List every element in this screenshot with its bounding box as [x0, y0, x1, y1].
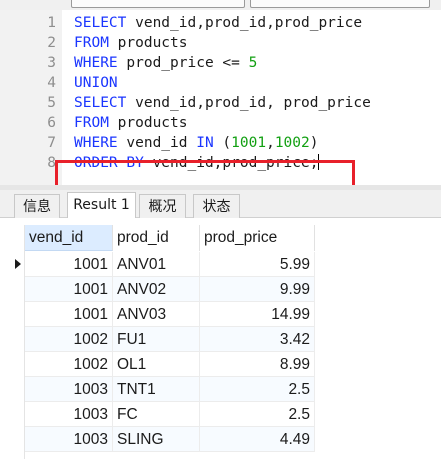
table-row[interactable]: 1001 ANV03 14.99 [0, 302, 441, 327]
line-number: 6 [47, 115, 56, 131]
sql-number: 1002 [274, 135, 310, 151]
cell-prod-price[interactable]: 3.42 [200, 327, 315, 352]
cell-prod-id[interactable]: ANV01 [113, 252, 200, 277]
column-header-prod-id[interactable]: prod_id [113, 225, 200, 251]
highlight-annotation-box [55, 160, 355, 188]
column-header-vend-id[interactable]: vend_id [25, 225, 113, 251]
sql-keyword: FROM [74, 115, 109, 131]
cell-prod-price[interactable]: 4.49 [200, 427, 315, 452]
cell-prod-id[interactable]: ANV03 [113, 302, 200, 327]
sql-keyword: WHERE [74, 55, 118, 71]
sql-keyword: SELECT [74, 15, 127, 31]
line-number: 2 [47, 35, 56, 51]
grid-header: vend_id prod_id prod_price [0, 225, 441, 251]
result-tabbar: 信息 Result 1 概况 状态 [0, 190, 441, 219]
code-line[interactable]: 2 FROM products [0, 33, 441, 53]
code-text[interactable]: WHERE vend_id IN (1001,1002) [74, 133, 318, 153]
toolbar-button[interactable] [250, 0, 430, 8]
row-indicator[interactable] [0, 252, 24, 277]
sql-text: , [266, 135, 275, 151]
code-line[interactable]: 6 FROM products [0, 113, 441, 133]
cell-vend-id[interactable]: 1001 [25, 302, 113, 327]
current-row-arrow-icon [15, 259, 21, 269]
cell-vend-id[interactable]: 1003 [25, 402, 113, 427]
cell-prod-price[interactable]: 9.99 [200, 277, 315, 302]
cell-prod-id[interactable]: TNT1 [113, 377, 200, 402]
cell-prod-price[interactable]: 14.99 [200, 302, 315, 327]
code-line[interactable]: 1 SELECT vend_id,prod_id,prod_price [0, 13, 441, 33]
cell-prod-id[interactable]: SLING [113, 427, 200, 452]
cell-prod-id[interactable]: ANV02 [113, 277, 200, 302]
toolbar [0, 0, 441, 10]
row-indicator[interactable] [0, 277, 24, 302]
row-indicator[interactable] [0, 402, 24, 427]
code-line[interactable]: 5 SELECT vend_id,prod_id, prod_price [0, 93, 441, 113]
code-line[interactable]: 7 WHERE vend_id IN (1001,1002) [0, 133, 441, 153]
sql-text: products [108, 115, 188, 131]
line-number: 7 [47, 135, 56, 151]
line-number: 3 [47, 55, 56, 71]
cell-prod-price[interactable]: 2.5 [200, 402, 315, 427]
table-row[interactable]: 1003 FC 2.5 [0, 402, 441, 427]
cell-vend-id[interactable]: 1003 [25, 377, 113, 402]
sql-text: vend_id [117, 135, 197, 151]
cell-prod-price[interactable]: 8.99 [200, 352, 315, 377]
code-text[interactable]: SELECT vend_id,prod_id,prod_price [74, 13, 362, 33]
cell-prod-id[interactable]: OL1 [113, 352, 200, 377]
sql-keyword: SELECT [74, 95, 127, 111]
table-row[interactable]: 1003 SLING 4.49 [0, 427, 441, 452]
sql-text: vend_id,prod_id, prod_price [126, 95, 371, 111]
tab-result-1[interactable]: Result 1 [67, 192, 136, 219]
line-number: 8 [47, 155, 56, 171]
row-indicator[interactable] [0, 377, 24, 402]
sql-number: 1001 [231, 135, 267, 151]
table-row[interactable]: 1002 OL1 8.99 [0, 352, 441, 377]
cell-vend-id[interactable]: 1001 [25, 277, 113, 302]
row-indicator[interactable] [0, 352, 24, 377]
sql-editor[interactable]: 1 SELECT vend_id,prod_id,prod_price 2 FROM … [0, 10, 441, 188]
cell-prod-id[interactable]: FU1 [113, 327, 200, 352]
row-indicator[interactable] [0, 302, 24, 327]
table-row[interactable]: 1002 FU1 3.42 [0, 327, 441, 352]
cell-vend-id[interactable]: 1003 [25, 427, 113, 452]
cell-vend-id[interactable]: 1002 [25, 327, 113, 352]
sql-number: 5 [248, 55, 258, 71]
line-number: 5 [47, 95, 56, 111]
cell-vend-id[interactable]: 1002 [25, 352, 113, 377]
cell-vend-id[interactable]: 1001 [25, 252, 113, 277]
toolbar-button[interactable] [71, 0, 245, 8]
sql-text: ) [309, 135, 319, 151]
tab-overview[interactable]: 概况 [139, 194, 186, 218]
code-line[interactable]: 4 UNION [0, 73, 441, 93]
table-row[interactable]: 1001 ANV02 9.99 [0, 277, 441, 302]
sql-text: prod_price <= [117, 55, 249, 71]
cell-prod-id[interactable]: FC [113, 402, 200, 427]
sql-keyword: FROM [74, 35, 109, 51]
cell-prod-price[interactable]: 5.99 [200, 252, 315, 277]
code-text[interactable]: SELECT vend_id,prod_id, prod_price [74, 93, 371, 113]
code-line[interactable]: 3 WHERE prod_price <= 5 [0, 53, 441, 73]
query-window: 1 SELECT vend_id,prod_id,prod_price 2 FROM … [0, 0, 441, 459]
sql-keyword: UNION [74, 75, 118, 91]
result-grid: vend_id prod_id prod_price 1001 ANV01 5.99… [0, 218, 441, 459]
row-indicator[interactable] [0, 327, 24, 352]
code-text[interactable]: UNION [74, 73, 118, 93]
code-text[interactable]: FROM products [74, 33, 188, 53]
code-text[interactable]: WHERE prod_price <= 5 [74, 53, 257, 73]
table-row[interactable]: 1001 ANV01 5.99 [0, 252, 441, 277]
line-number: 4 [47, 75, 56, 91]
sql-keyword: WHERE [74, 135, 118, 151]
line-number: 1 [47, 15, 56, 31]
sql-keyword: IN [196, 135, 214, 151]
cell-prod-price[interactable]: 2.5 [200, 377, 315, 402]
row-indicator[interactable] [0, 427, 24, 452]
sql-text: products [108, 35, 188, 51]
code-text[interactable]: FROM products [74, 113, 188, 133]
tab-info[interactable]: 信息 [14, 194, 60, 218]
sql-text: ( [213, 135, 232, 151]
sql-text: vend_id,prod_id,prod_price [126, 15, 363, 31]
tab-status[interactable]: 状态 [193, 194, 240, 218]
table-row[interactable]: 1003 TNT1 2.5 [0, 377, 441, 402]
column-header-prod-price[interactable]: prod_price [200, 225, 315, 251]
